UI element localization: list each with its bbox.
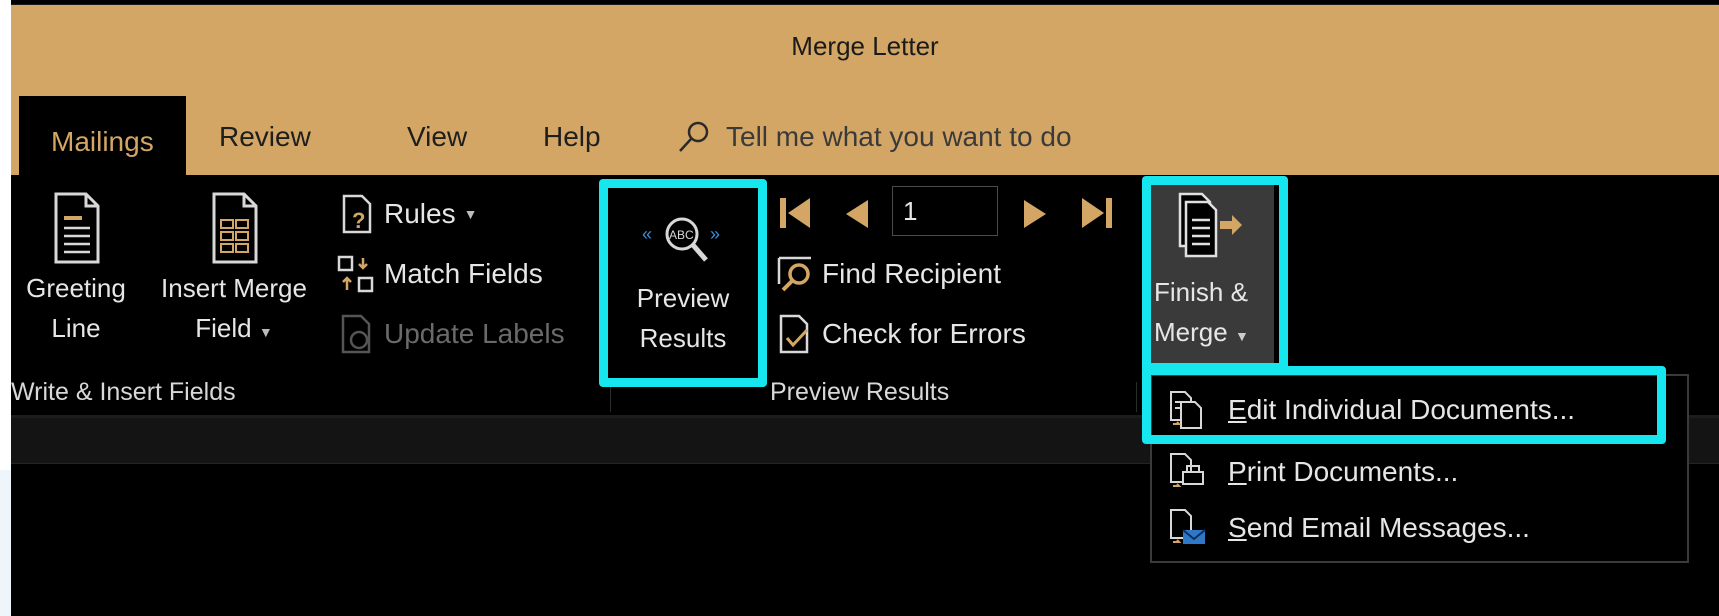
menu-item-send-email-messages[interactable]: Send Email Messages... <box>1162 500 1677 556</box>
menu-item-print-text: rint Documents... <box>1246 456 1459 487</box>
left-edge-strip-lower <box>0 470 11 616</box>
rules-icon: ? <box>336 193 378 235</box>
insert-merge-field-icon <box>212 192 258 264</box>
menu-item-print-documents[interactable]: Print Documents... <box>1162 444 1677 500</box>
finish-merge-highlight <box>1142 176 1288 372</box>
menu-item-print-label: Print Documents... <box>1228 456 1458 488</box>
tell-me-box[interactable]: Tell me what you want to do <box>676 85 1072 175</box>
first-record-icon[interactable] <box>778 196 814 230</box>
group-separator-2 <box>1136 382 1137 412</box>
tab-review[interactable]: Review <box>219 85 311 175</box>
update-labels-label: Update Labels <box>384 318 565 349</box>
menu-item-send-email-text: end Email Messages... <box>1246 512 1530 543</box>
last-record-icon[interactable] <box>1078 196 1114 230</box>
tab-mailings[interactable]: Mailings <box>19 96 186 175</box>
record-number-input[interactable] <box>892 186 998 236</box>
tab-help[interactable]: Help <box>543 85 601 175</box>
preview-results-highlight <box>599 179 767 387</box>
match-fields-icon <box>336 253 378 295</box>
rules-chevron-down-icon: ▼ <box>463 206 478 222</box>
insert-merge-field-label-2: Field ▼ <box>146 308 322 352</box>
insert-merge-field-label-text: Field <box>195 313 252 343</box>
update-labels-icon <box>336 313 378 355</box>
greeting-line-icon <box>54 192 100 264</box>
edit-documents-highlight <box>1142 366 1666 444</box>
find-recipient-button[interactable]: Find Recipient <box>774 252 1001 296</box>
word-window: Merge Letter Mailings Review View Help T… <box>0 0 1719 616</box>
preview-results-group-label: Preview Results <box>770 378 950 406</box>
check-errors-label: Check for Errors <box>822 318 1026 349</box>
check-errors-icon <box>774 313 816 355</box>
ribbon-tab-row: Mailings Review View Help Tell me what y… <box>11 85 1719 175</box>
tab-view[interactable]: View <box>407 85 467 175</box>
greeting-line-label-2: Line <box>51 313 101 343</box>
print-documents-icon <box>1162 447 1212 497</box>
insert-merge-field-button[interactable]: Insert Merge Field ▼ <box>146 192 322 352</box>
insert-merge-field-label-1: Insert Merge <box>161 273 307 303</box>
greeting-line-label-1: Greeting <box>26 273 126 303</box>
match-fields-label: Match Fields <box>384 258 543 289</box>
search-icon <box>679 121 709 152</box>
update-labels-button[interactable]: Update Labels <box>336 312 565 356</box>
previous-record-icon[interactable] <box>844 198 870 230</box>
match-fields-button[interactable]: Match Fields <box>336 252 543 296</box>
svg-text:?: ? <box>352 208 365 233</box>
accelerator-p: P <box>1228 456 1247 487</box>
chevron-down-icon: ▼ <box>258 324 273 340</box>
write-insert-group-label: Write & Insert Fields <box>11 378 236 406</box>
rules-button[interactable]: ? Rules ▼ <box>336 192 477 236</box>
next-record-icon[interactable] <box>1022 198 1048 230</box>
tell-me-placeholder: Tell me what you want to do <box>726 121 1072 152</box>
rules-label: Rules <box>384 198 456 229</box>
tab-mailings-label: Mailings <box>51 126 154 157</box>
accelerator-s: S <box>1228 512 1247 543</box>
find-recipient-label: Find Recipient <box>822 258 1001 289</box>
menu-item-send-email-label: Send Email Messages... <box>1228 512 1530 544</box>
check-errors-button[interactable]: Check for Errors <box>774 312 1026 356</box>
send-email-icon <box>1162 503 1212 553</box>
title-bar: Merge Letter <box>11 4 1719 86</box>
greeting-line-button[interactable]: Greeting Line <box>16 192 136 348</box>
window-title: Merge Letter <box>791 31 939 61</box>
find-recipient-icon <box>774 253 816 295</box>
